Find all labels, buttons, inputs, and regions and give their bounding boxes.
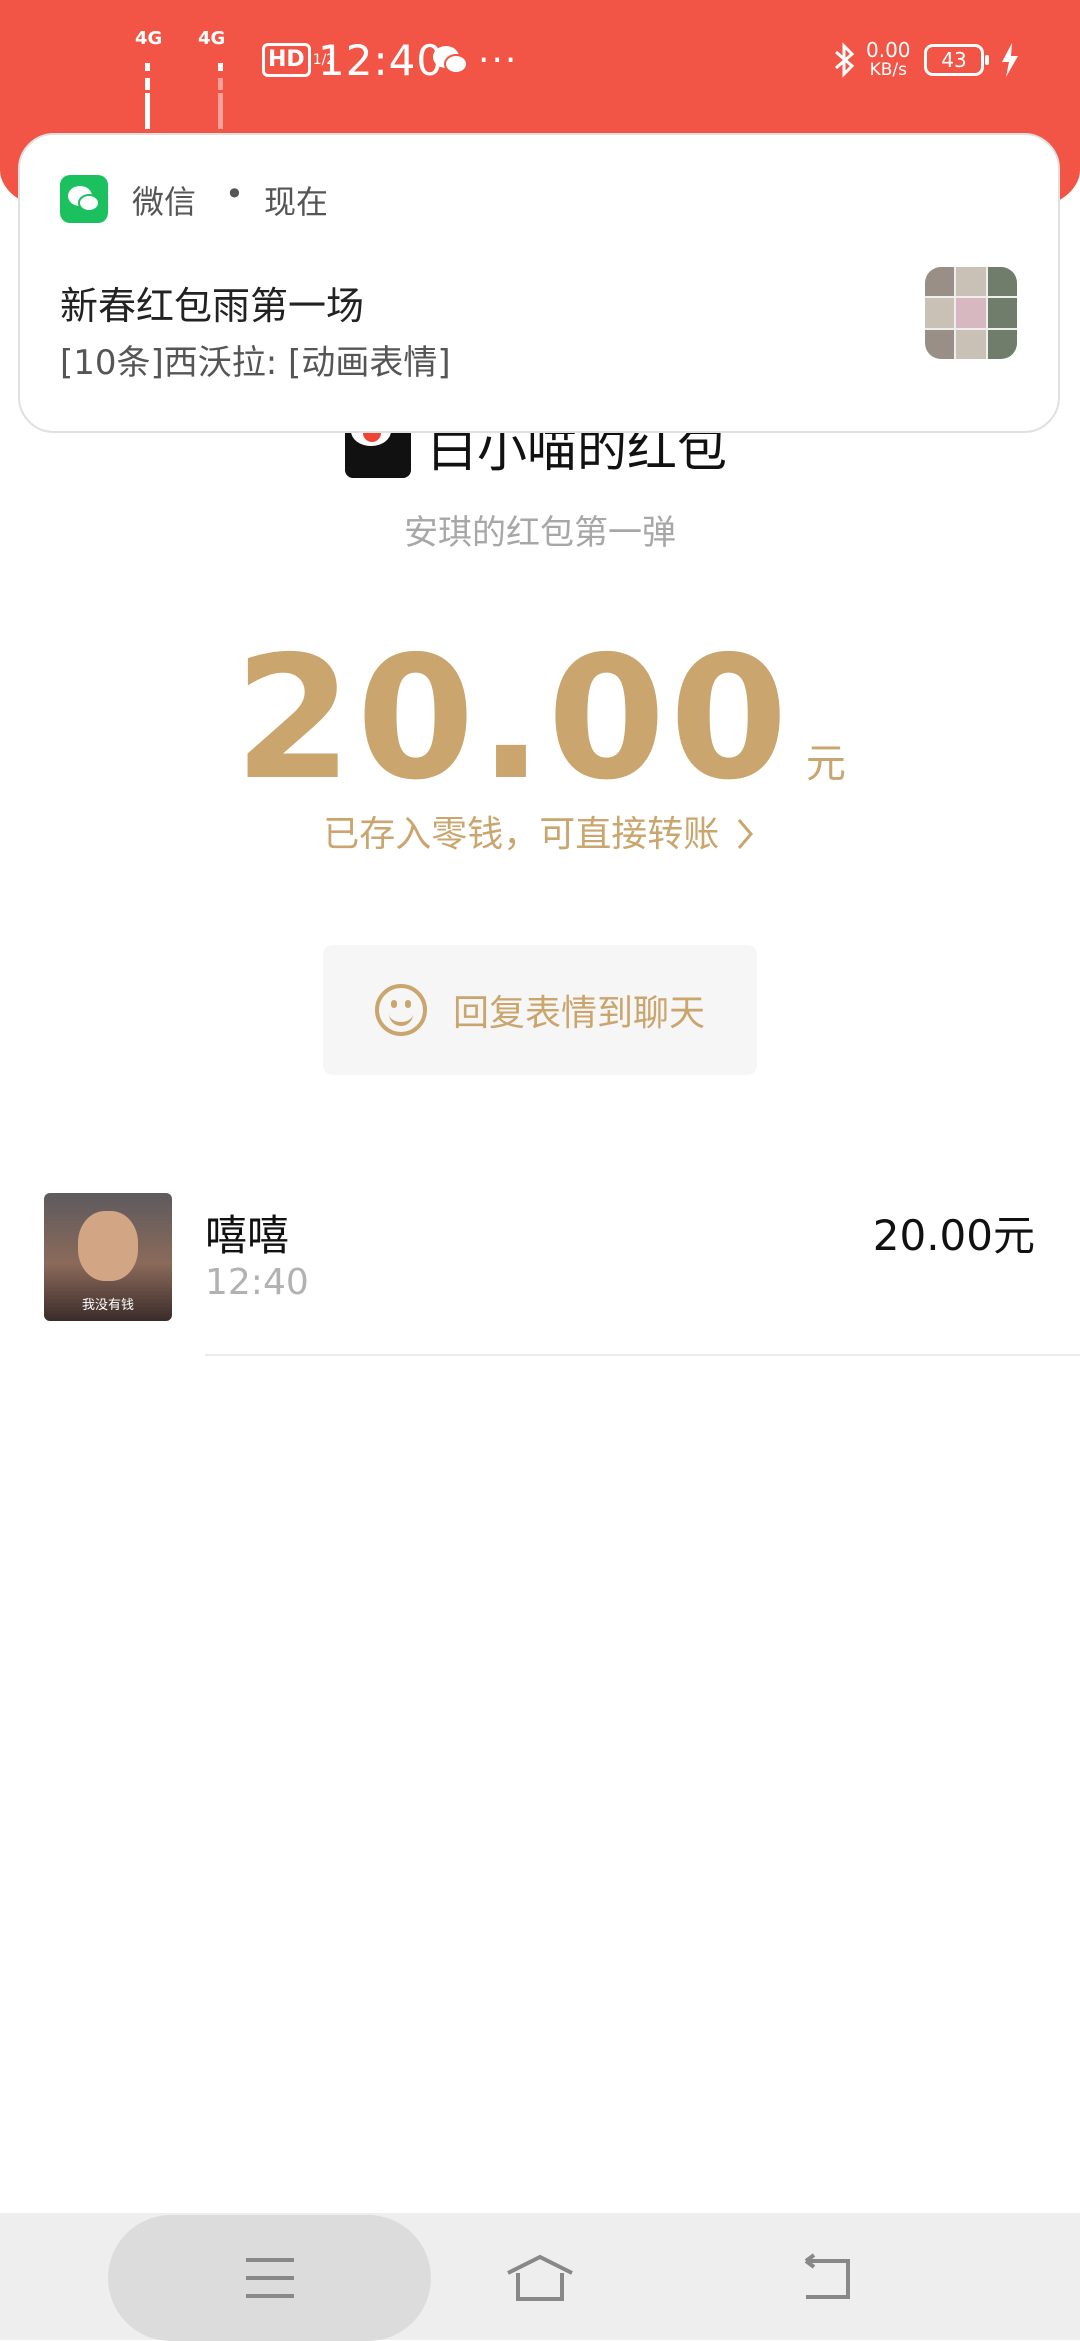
amount-unit: 元 [805,741,846,787]
menu-button[interactable] [230,2238,310,2318]
status-bar: 4G 4G HD 1/2 12:40 ··· 0.00 KB/s 43 [0,0,1080,129]
stored-label: 已存入零钱，可直接转账 [323,814,720,855]
notification-title: 新春红包雨第一场 [60,284,365,328]
net-speed: 0.00 KB/s [866,30,911,90]
home-icon [507,2254,573,2301]
battery-level: 43 [924,44,989,76]
back-button[interactable] [784,2238,864,2318]
reply-sticker-label: 回复表情到聊天 [452,993,705,1034]
menu-icon [246,2258,294,2298]
received-amount: 20.00元 [872,1211,1035,1260]
home-button[interactable] [500,2238,580,2318]
wechat-status-icon [432,30,468,90]
notification-banner[interactable]: 微信 • 现在 新春红包雨第一场 [10条]西沃拉: [动画表情] [18,133,1060,433]
wechat-app-icon [60,175,108,223]
status-time: 12:40 [318,35,445,85]
signal-icon [145,52,153,129]
divider [205,1354,1080,1356]
more-icon: ··· [478,39,519,81]
receiver-avatar: 我没有钱 [44,1193,172,1321]
amount-row: 20.00 元 [0,620,1080,818]
stored-to-wallet-link[interactable]: 已存入零钱，可直接转账 [0,805,1080,857]
charging-icon [1000,30,1020,90]
chevron-right-icon [737,819,753,849]
smile-icon [374,984,427,1036]
notification-app-name: 微信 [132,183,197,221]
net-speed-unit: KB/s [869,60,907,80]
net-speed-value: 0.00 [866,38,911,62]
amount-value: 20.00 [234,620,792,818]
hd-label: HD [262,43,311,77]
receive-time: 12:40 [205,1262,309,1303]
notification-separator: • [225,175,244,213]
group-avatar [925,267,1017,359]
notification-time: 现在 [264,183,329,221]
signal-weak-icon [218,52,226,129]
clock: 12:40 [318,30,444,90]
list-item[interactable]: 我没有钱 嘻嘻 12:40 20.00元 [0,1190,1080,1356]
network-label-2: 4G [198,28,226,49]
battery-icon: 43 [924,30,989,90]
blessing-text: 安琪的红包第一弹 [404,513,676,553]
reply-sticker-button[interactable]: 回复表情到聊天 [323,945,757,1075]
notification-body: [10条]西沃拉: [动画表情] [60,343,451,383]
system-nav-bar [0,2213,1080,2341]
bluetooth-icon [832,30,858,90]
receiver-name: 嘻嘻 [205,1211,290,1260]
back-icon [804,2253,850,2299]
network-label-1: 4G [135,28,163,49]
avatar-caption: 我没有钱 [81,1298,134,1313]
